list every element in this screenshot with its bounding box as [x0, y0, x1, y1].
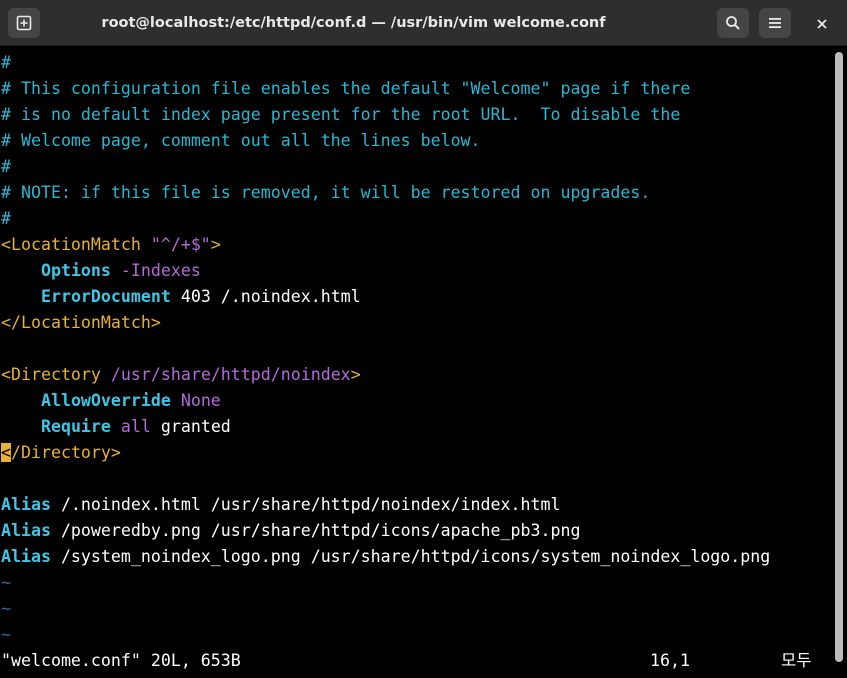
- directive-keyword: Alias: [1, 547, 51, 566]
- directive-tag: <LocationMatch: [1, 235, 151, 254]
- comment-text: # is no default index page present for t…: [1, 105, 681, 124]
- plain-text: /poweredby.png /usr/share/httpd/icons/ap…: [50, 521, 581, 540]
- comment-text: # NOTE: if this file is removed, it will…: [1, 183, 651, 202]
- editor-line: ~: [1, 596, 11, 622]
- editor-line: </LocationMatch>: [1, 310, 161, 336]
- plain-text: granted: [150, 417, 231, 436]
- editor-line: # is no default index page present for t…: [1, 102, 680, 128]
- text-cursor: <: [1, 443, 11, 462]
- argument-value: /usr/share/httpd/noindex: [110, 365, 351, 384]
- editor-line: #: [1, 154, 11, 180]
- editor-line: #: [1, 206, 11, 232]
- editor-line: Alias /system_noindex_logo.png /usr/shar…: [1, 544, 770, 570]
- new-tab-icon: [16, 15, 32, 31]
- editor-line: Options -Indexes: [1, 258, 201, 284]
- directive-tag: >: [350, 365, 361, 384]
- editor-line: <Directory /usr/share/httpd/noindex>: [1, 362, 361, 388]
- comment-text: # This configuration file enables the de…: [1, 79, 691, 98]
- editor-line: # NOTE: if this file is removed, it will…: [1, 180, 650, 206]
- plain-text: [1, 287, 41, 306]
- directive-keyword: Alias: [1, 495, 51, 514]
- plain-text: /.noindex.html /usr/share/httpd/noindex/…: [50, 495, 561, 514]
- directive-keyword: Require: [40, 417, 111, 436]
- directive-tag: <Directory: [1, 365, 111, 384]
- menu-button[interactable]: [759, 8, 791, 38]
- plain-text: 403 /.noindex.html: [170, 287, 361, 306]
- terminal-editor-area[interactable]: # # This configuration file enables the d…: [0, 46, 832, 678]
- comment-text: # Welcome page, comment out all the line…: [1, 131, 481, 150]
- argument-value: "^/+$": [150, 235, 211, 254]
- search-button[interactable]: [717, 8, 749, 38]
- scrollbar-thumb[interactable]: [835, 52, 843, 662]
- vim-status-cursor-position: 16,1: [650, 651, 690, 670]
- argument-value: all: [110, 417, 151, 436]
- vertical-scrollbar[interactable]: [832, 46, 847, 678]
- empty-line-tilde: ~: [1, 625, 11, 644]
- editor-line: ~: [1, 622, 11, 648]
- plain-text: [1, 261, 41, 280]
- argument-value: -Indexes: [110, 261, 201, 280]
- editor-line: # Welcome page, comment out all the line…: [1, 128, 481, 154]
- editor-line: Alias /poweredby.png /usr/share/httpd/ic…: [1, 518, 580, 544]
- vim-status-file-info: "welcome.conf" 20L, 653B: [1, 651, 241, 670]
- editor-line: </Directory>: [1, 440, 121, 466]
- editor-line: ErrorDocument 403 /.noindex.html: [1, 284, 361, 310]
- directive-keyword: Alias: [1, 521, 51, 540]
- directive-tag: /Directory>: [11, 443, 121, 462]
- directive-keyword: AllowOverride: [40, 391, 171, 410]
- close-icon: [817, 19, 827, 29]
- comment-text: #: [1, 209, 11, 228]
- empty-line-tilde: ~: [1, 599, 11, 618]
- hamburger-menu-icon: [769, 18, 781, 28]
- new-tab-button[interactable]: [8, 8, 40, 38]
- editor-line: Require all granted: [1, 414, 231, 440]
- plain-text: [1, 391, 41, 410]
- editor-line: # This configuration file enables the de…: [1, 76, 690, 102]
- editor-line: AllowOverride None: [1, 388, 221, 414]
- close-button[interactable]: [809, 12, 835, 36]
- plain-text: /system_noindex_logo.png /usr/share/http…: [50, 547, 771, 566]
- comment-text: #: [1, 53, 11, 72]
- editor-line: <LocationMatch "^/+$">: [1, 232, 221, 258]
- window-titlebar: root@localhost:/etc/httpd/conf.d — /usr/…: [0, 0, 847, 46]
- editor-line: Alias /.noindex.html /usr/share/httpd/no…: [1, 492, 560, 518]
- vim-status-scroll-indicator: 모두: [781, 651, 812, 670]
- directive-keyword: Options: [40, 261, 111, 280]
- empty-line-tilde: ~: [1, 573, 11, 592]
- editor-line: ~: [1, 570, 11, 596]
- argument-value: None: [170, 391, 221, 410]
- editor-line: #: [1, 50, 11, 76]
- directive-tag: </LocationMatch>: [1, 313, 161, 332]
- window-title: root@localhost:/etc/httpd/conf.d — /usr/…: [101, 15, 606, 31]
- directive-tag: >: [210, 235, 221, 254]
- plain-text: [1, 417, 41, 436]
- comment-text: #: [1, 157, 11, 176]
- search-icon: [726, 16, 740, 30]
- directive-keyword: ErrorDocument: [40, 287, 171, 306]
